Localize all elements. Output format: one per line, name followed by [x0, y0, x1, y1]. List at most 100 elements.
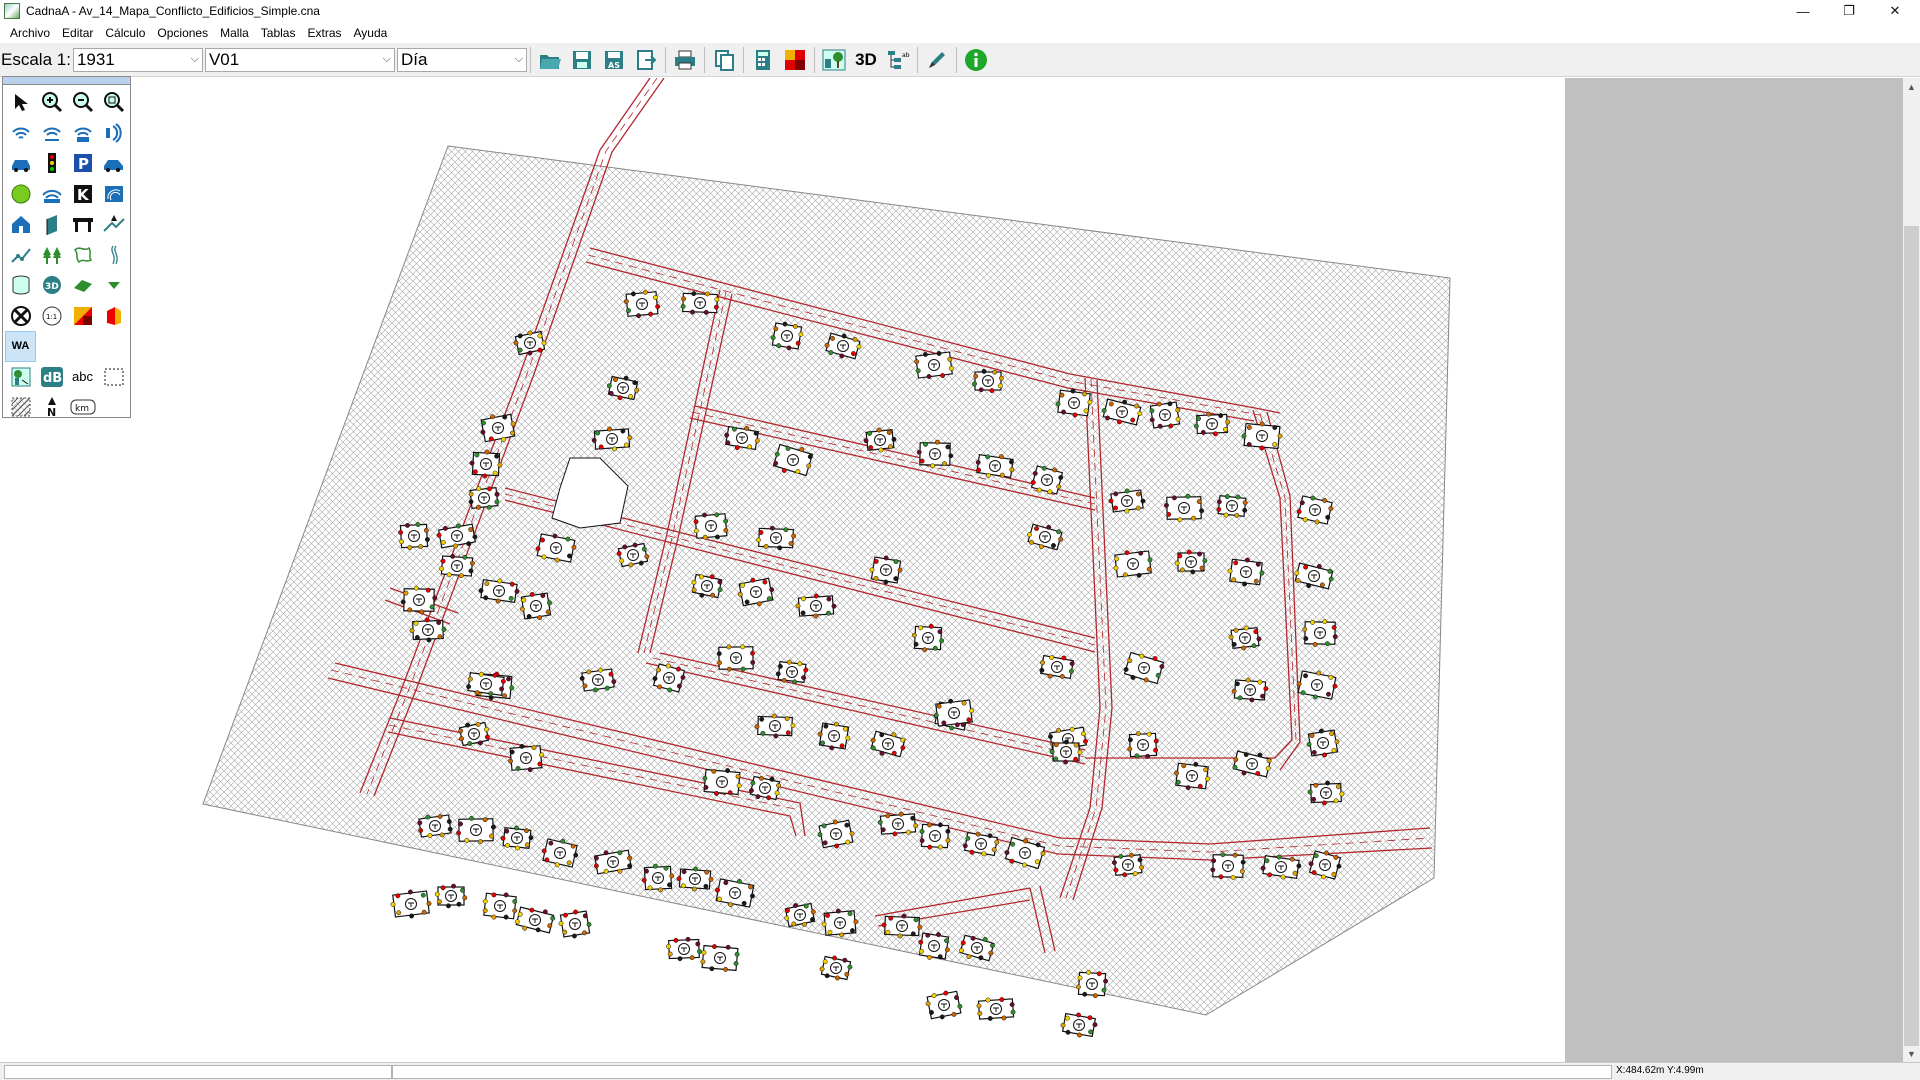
building[interactable] [819, 955, 853, 981]
minimize-button[interactable]: — [1780, 0, 1826, 22]
building[interactable] [863, 427, 897, 453]
building[interactable] [1216, 494, 1248, 518]
building[interactable] [478, 578, 520, 604]
building[interactable] [1174, 549, 1208, 575]
road-tool[interactable] [5, 148, 36, 179]
building[interactable] [439, 553, 475, 579]
building[interactable] [1306, 728, 1340, 758]
north-arrow-tool[interactable]: N [36, 392, 67, 423]
scroll-down-icon[interactable]: ▼ [1903, 1045, 1920, 1062]
vertical-scrollbar[interactable]: ▲ ▼ [1903, 78, 1920, 1062]
building[interactable] [716, 644, 756, 672]
calculator-button[interactable] [749, 46, 777, 74]
building[interactable] [881, 913, 923, 939]
close-button[interactable]: ✕ [1872, 0, 1918, 22]
building[interactable] [469, 449, 503, 479]
grid-calc-tool[interactable]: 1:1 [36, 301, 67, 332]
building[interactable] [1075, 969, 1109, 999]
menu-archivo[interactable]: Archivo [4, 26, 56, 40]
building[interactable] [755, 525, 797, 551]
export-button[interactable] [632, 46, 660, 74]
building[interactable] [591, 426, 633, 452]
map-legend-tool[interactable] [5, 362, 36, 393]
building[interactable] [1296, 670, 1338, 700]
building[interactable] [911, 623, 945, 653]
building[interactable] [558, 909, 592, 939]
zoom-extent-tool[interactable] [98, 87, 129, 118]
scroll-thumb[interactable] [1904, 226, 1919, 1046]
building[interactable] [1113, 550, 1153, 578]
building[interactable] [508, 743, 544, 773]
tree-map-button[interactable] [820, 46, 848, 74]
sound-wall-tool[interactable] [98, 179, 129, 210]
object-tree-button[interactable]: abc [884, 46, 912, 74]
info-button[interactable] [962, 46, 990, 74]
industrial-source-tool[interactable] [5, 179, 36, 210]
building[interactable] [1111, 852, 1145, 878]
building[interactable] [514, 906, 556, 934]
building[interactable] [652, 663, 686, 693]
building[interactable] [390, 889, 432, 919]
period-combo[interactable]: Día ⌵ [396, 47, 527, 72]
color-grid-button[interactable] [781, 46, 809, 74]
railway-tool[interactable] [98, 148, 129, 179]
building[interactable] [1174, 761, 1210, 791]
barrier-tool[interactable] [36, 209, 67, 240]
calc-area-tool[interactable] [5, 301, 36, 332]
copy-button[interactable] [710, 46, 738, 74]
building[interactable] [817, 721, 851, 751]
km-scale-tool[interactable]: km [67, 392, 98, 423]
contour-tool[interactable] [5, 240, 36, 271]
zoom-out-tool[interactable] [67, 87, 98, 118]
building[interactable] [933, 698, 975, 728]
3d-reflector-tool[interactable]: 3D [36, 270, 67, 301]
building[interactable] [914, 351, 954, 379]
line-source-tool[interactable] [36, 118, 67, 149]
building[interactable] [1108, 488, 1146, 514]
building[interactable] [1193, 411, 1231, 437]
building[interactable] [821, 908, 859, 938]
traffic-light-tool[interactable] [36, 148, 67, 179]
scroll-up-icon[interactable]: ▲ [1903, 78, 1920, 95]
building[interactable] [456, 815, 496, 845]
menu-extras[interactable]: Extras [301, 26, 347, 40]
frame-tool[interactable] [98, 362, 129, 393]
building[interactable] [623, 289, 661, 319]
river-tool[interactable] [98, 240, 129, 271]
ground-area-tool[interactable] [67, 270, 98, 301]
menu-malla[interactable]: Malla [214, 26, 255, 40]
hatch-tool[interactable] [5, 392, 36, 423]
scale-combo[interactable]: 1931 ⌵ [72, 47, 203, 72]
vertical-source-tool[interactable] [98, 118, 129, 149]
abc-text-tool[interactable]: abc [67, 362, 98, 393]
save-button[interactable] [568, 46, 596, 74]
building[interactable] [693, 512, 729, 540]
building[interactable] [1149, 401, 1181, 429]
building[interactable] [1231, 677, 1269, 703]
building[interactable] [409, 617, 447, 643]
building[interactable] [795, 593, 837, 619]
map-canvas[interactable] [0, 78, 1565, 1062]
print-button[interactable] [671, 46, 699, 74]
building[interactable] [972, 368, 1004, 394]
bridge-tool[interactable] [67, 209, 98, 240]
building[interactable] [869, 555, 903, 585]
building[interactable] [434, 883, 468, 909]
building[interactable] [916, 439, 954, 469]
receiver-point-tool[interactable] [98, 270, 129, 301]
building[interactable] [770, 321, 804, 351]
pen-button[interactable] [923, 46, 951, 74]
menu-tablas[interactable]: Tablas [255, 26, 302, 40]
db-label-tool[interactable]: dB [36, 362, 67, 393]
building[interactable] [1060, 1012, 1098, 1038]
building[interactable] [1210, 852, 1246, 880]
wa-tool[interactable]: WA [5, 331, 36, 362]
building[interactable] [1127, 731, 1159, 759]
variant-combo[interactable]: V01 ⌵ [204, 47, 395, 72]
building[interactable] [918, 932, 950, 960]
save-as-button[interactable]: AS [600, 46, 628, 74]
menu-opciones[interactable]: Opciones [151, 26, 214, 40]
maximize-button[interactable]: ❐ [1826, 0, 1872, 22]
building[interactable] [520, 591, 552, 621]
leisure-source-tool[interactable] [36, 179, 67, 210]
